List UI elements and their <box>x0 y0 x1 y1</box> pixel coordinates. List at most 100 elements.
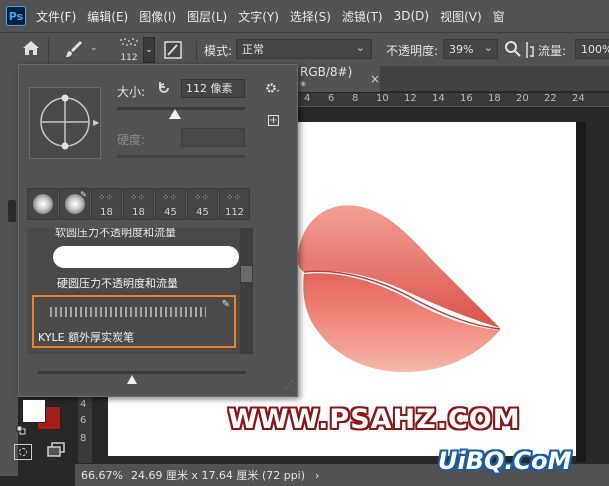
ruler-tick-label: 8 <box>352 93 359 104</box>
photoshop-logo[interactable]: Ps <box>6 6 26 26</box>
menu-view[interactable]: 视图(V) <box>440 8 482 25</box>
pen-pressure-icon: ✎ <box>80 190 87 199</box>
chevron-down-icon: ⌄ <box>483 41 493 54</box>
document-tab-title: RGB/8#) * <box>300 65 353 93</box>
brush-thumb-size: 18 <box>100 207 113 218</box>
menu-layer[interactable]: 图层(L) <box>187 8 227 25</box>
menu-select[interactable]: 选择(S) <box>290 8 331 25</box>
brush-preset-picker[interactable]: 112 <box>118 36 140 64</box>
brush-tool-icon[interactable] <box>64 39 84 62</box>
brush-thumb[interactable]: ⁘⁘ 45 <box>187 188 218 220</box>
site-watermark: UiBQ.CoM <box>438 447 572 475</box>
watermark-text: WWW.PSAHZ.COM <box>228 404 521 435</box>
ruler-tick-label: 6 <box>328 93 335 104</box>
screen-mode-icon[interactable] <box>47 442 65 458</box>
foreground-color-swatch[interactable] <box>22 399 46 423</box>
brush-thumb[interactable]: ⁘⁘ 18 <box>123 188 154 220</box>
spatter-brush-icon: ⁘⁘ <box>194 193 210 203</box>
soft-round-brush-icon <box>33 194 53 214</box>
preview-slider-track[interactable] <box>38 371 246 374</box>
menu-filter[interactable]: 滤镜(T) <box>342 8 383 25</box>
mask-circle <box>19 448 27 456</box>
flow-label: 流量: <box>538 44 567 58</box>
brush-stroke-preview <box>53 246 239 268</box>
resize-grip-icon[interactable]: ⋰ <box>285 380 294 390</box>
ruler-tick-label: 14 <box>432 93 445 104</box>
divider <box>48 37 49 63</box>
options-bar: ⌄ 112 ⌄ 模式: 正常 ⌄ 不透明度: 39% ⌄ 流量: 100% <box>0 32 609 66</box>
list-item[interactable]: 硬圆压力不透明度和流量 <box>57 275 178 291</box>
document-tab-bar: RGB/8#) * × <box>280 65 609 93</box>
list-scrollbar[interactable] <box>240 228 253 354</box>
default-colors-icon[interactable] <box>16 424 26 435</box>
preview-slider-thumb[interactable] <box>126 375 137 384</box>
brush-picker-dropdown[interactable]: ⌄ <box>143 37 155 63</box>
opacity-label: 不透明度: <box>386 44 439 58</box>
size-input[interactable]: 112 像素 <box>181 79 245 98</box>
horizontal-ruler: 4 6 8 10 12 14 16 18 20 22 24 <box>280 93 609 107</box>
brush-settings-icon[interactable] <box>164 41 182 62</box>
brush-thumb[interactable]: ⁘⁘ 45 <box>155 188 186 220</box>
menu-window[interactable]: 窗 <box>493 8 505 25</box>
caret-right-icon: ▶ <box>93 118 100 127</box>
pressure-opacity-icon[interactable] <box>524 41 534 62</box>
menu-edit[interactable]: 编辑(E) <box>87 8 128 25</box>
new-preset-icon[interactable]: + <box>268 115 279 126</box>
hardness-label: 硬度: <box>117 133 146 147</box>
quick-mask-icon[interactable] <box>14 444 32 460</box>
ruler-tick-label: 18 <box>488 93 501 104</box>
opacity-input[interactable]: 39% ⌄ <box>443 39 498 59</box>
chevron-down-icon[interactable]: ⌄ <box>90 43 98 53</box>
opacity-value: 39% <box>449 42 474 56</box>
ruler-tick-label: 12 <box>404 93 417 104</box>
mode-select[interactable]: 正常 ⌄ <box>236 39 372 59</box>
brush-thumb[interactable]: ⁘⁘ 112 <box>219 188 250 220</box>
chevron-down-icon: ⌄ <box>355 41 365 54</box>
list-item-selected[interactable]: ✎ KYLE 额外厚实炭笔 <box>32 295 236 348</box>
spatter-brush-icon: ⁘⁘ <box>130 193 146 203</box>
gear-icon[interactable] <box>265 81 281 98</box>
menu-image[interactable]: 图像(I) <box>139 8 176 25</box>
ruler-tick-label: 4 <box>80 399 87 410</box>
size-slider-track[interactable] <box>117 107 245 110</box>
hardness-slider-track[interactable] <box>117 155 245 158</box>
magnifier-icon[interactable] <box>505 40 521 61</box>
size-label: 大小: <box>117 85 146 99</box>
brush-angle-preview[interactable] <box>29 87 101 159</box>
size-slider-thumb[interactable] <box>168 109 181 119</box>
list-item[interactable]: 软圆压力不透明度和流量 <box>55 228 235 238</box>
document-size: 24.69 厘米 x 17.64 厘米 (72 ppi) <box>130 469 306 482</box>
brush-preset-list: 软圆压力不透明度和流量 硬圆压力不透明度和流量 ✎ KYLE 额外厚实炭笔 <box>27 228 253 354</box>
hardness-input[interactable] <box>181 128 245 147</box>
brush-thumb-soft-pressure[interactable]: ✎ <box>59 188 90 220</box>
brush-thumb-size: 112 <box>224 207 245 218</box>
brush-size-readout: 112 <box>120 53 138 63</box>
brush-thumbnails: ✎ ⁘⁘ 18 ⁘⁘ 18 ⁘⁘ 45 ⁘⁘ 45 ⁘⁘ 112 <box>27 188 251 220</box>
menu-file[interactable]: 文件(F) <box>36 8 76 25</box>
mode-label: 模式: <box>204 44 233 58</box>
spatter-brush-icon: ⁘⁘ <box>98 193 114 203</box>
ruler-tick-label: 6 <box>80 415 87 426</box>
tool-button[interactable] <box>8 200 16 222</box>
flow-input[interactable]: 100% <box>575 39 609 59</box>
close-icon[interactable]: × <box>370 72 380 86</box>
scrollbar-thumb[interactable] <box>241 266 252 282</box>
menu-3d[interactable]: 3D(D) <box>394 9 429 23</box>
ruler-tick-label: 4 <box>304 93 311 104</box>
brush-thumb-soft[interactable] <box>27 188 58 220</box>
reset-size-icon[interactable] <box>157 81 171 98</box>
brush-thumb-size: 45 <box>196 207 209 218</box>
list-item-label: KYLE 额外厚实炭笔 <box>38 331 135 344</box>
home-icon[interactable] <box>22 40 40 59</box>
charcoal-stroke-preview <box>50 307 206 317</box>
brush-thumb-size: 45 <box>164 207 177 218</box>
menu-type[interactable]: 文字(Y) <box>238 8 279 25</box>
pen-pressure-icon: ✎ <box>221 299 230 310</box>
flow-value: 100% <box>581 42 609 56</box>
zoom-level[interactable]: 66.67% <box>81 469 123 482</box>
status-menu-arrow[interactable]: › <box>315 469 319 482</box>
brush-thumb-size: 18 <box>132 207 145 218</box>
brush-thumb[interactable]: ⁘⁘ 18 <box>91 188 122 220</box>
ruler-tick-label: 10 <box>376 93 389 104</box>
ruler-tick-label: 16 <box>460 93 473 104</box>
